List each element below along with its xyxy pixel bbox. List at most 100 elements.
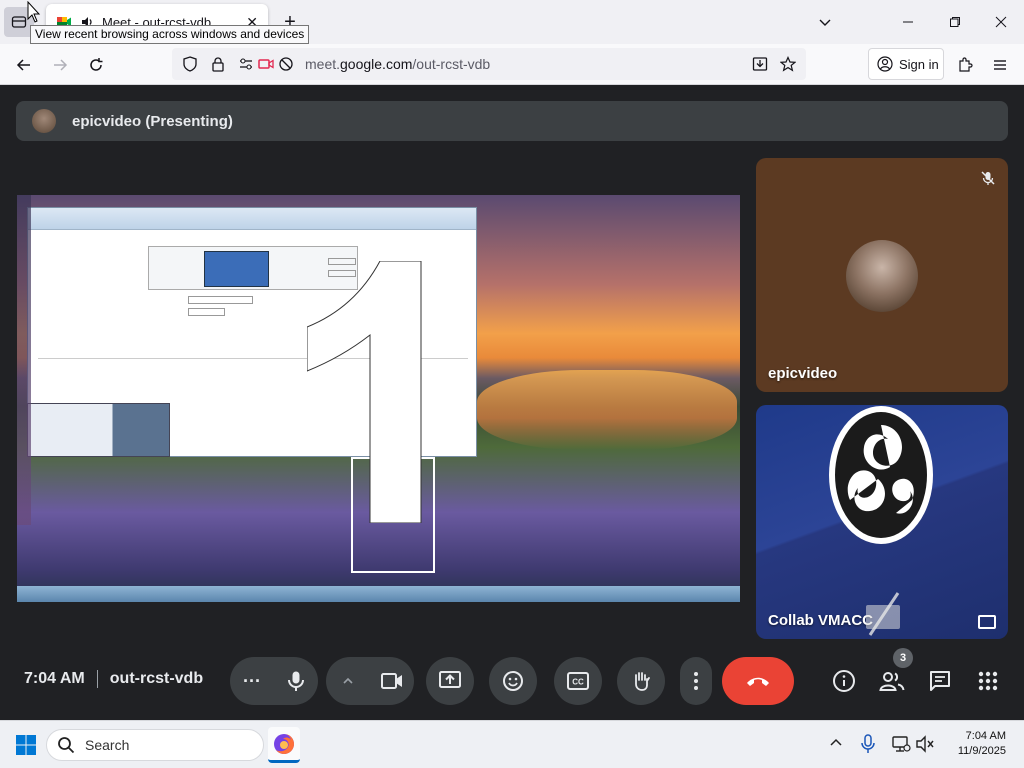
restore-icon [950, 17, 960, 27]
participant-avatar-epicvideo [846, 240, 918, 312]
present-screen-icon [439, 671, 461, 688]
emoji-icon [503, 671, 523, 691]
pin-tile-button[interactable] [978, 615, 996, 629]
more-options-button[interactable] [680, 657, 712, 705]
participant-tile-epicvideo[interactable]: epicvideo [756, 158, 1008, 392]
back-button[interactable] [9, 50, 39, 80]
autoplay-blocked-icon[interactable] [278, 56, 294, 72]
account-icon [877, 56, 893, 72]
shared-dropdown-display [188, 296, 253, 304]
reload-icon [90, 58, 103, 71]
volume-muted-icon [916, 735, 934, 753]
participant-name: epicvideo [768, 365, 838, 382]
firefox-logo-icon [274, 733, 294, 754]
closed-captions-icon: CC [567, 672, 589, 690]
taskbar-search-box[interactable]: Search [46, 729, 264, 761]
chevron-up-icon [343, 677, 353, 684]
install-app-icon[interactable] [752, 56, 768, 72]
shared-win7-taskbar [17, 586, 740, 602]
close-icon [995, 16, 1007, 28]
url-bar[interactable]: meet.google.com/out-rcst-vdb [172, 48, 806, 80]
presenting-banner: epicvideo (Presenting) [16, 101, 1008, 141]
chevron-up-icon [830, 738, 842, 746]
minimize-button[interactable] [893, 7, 923, 37]
sign-in-button[interactable]: Sign in [868, 48, 944, 80]
meeting-time: 7:04 AM [24, 670, 85, 687]
taskbar-firefox[interactable] [268, 727, 300, 763]
captions-button[interactable]: CC [554, 657, 602, 705]
shared-window-titlebar [28, 208, 476, 230]
start-button[interactable] [14, 733, 38, 757]
people-button[interactable] [878, 667, 906, 695]
network-icon [892, 736, 911, 752]
raise-hand-button[interactable] [617, 657, 665, 705]
meeting-details: 7:04 AM out-rcst-vdb [24, 670, 203, 688]
microphone-in-use-indicator[interactable] [860, 734, 878, 754]
menu-button[interactable] [985, 50, 1015, 80]
shared-screen[interactable] [17, 195, 740, 602]
people-icon [879, 672, 905, 691]
url-subdomain: meet. [305, 56, 341, 72]
tooltip: View recent browsing across windows and … [30, 25, 310, 44]
mic-off-icon [981, 171, 995, 185]
sign-in-label: Sign in [899, 56, 939, 72]
minimize-icon [903, 21, 913, 23]
participant-tile-collab-vmacc[interactable]: Collab VMACC [756, 405, 1008, 639]
divider [96, 670, 98, 688]
hang-up-icon [747, 677, 769, 686]
tracking-protection-icon[interactable] [182, 56, 198, 72]
network-button[interactable] [891, 734, 911, 754]
clock-time: 7:04 AM [965, 730, 1006, 742]
extensions-button[interactable] [950, 50, 980, 80]
camera-control-group [326, 657, 414, 705]
camera-sharing-icon[interactable] [258, 56, 274, 72]
meeting-code: out-rcst-vdb [109, 670, 204, 687]
show-hidden-icons-button[interactable] [828, 735, 846, 753]
firefox-view-icon [11, 16, 27, 28]
url-path: /out-rcst-vdb [412, 56, 491, 72]
hamburger-menu-icon [994, 60, 1006, 70]
leave-call-button[interactable] [722, 657, 794, 705]
more-vertical-icon [694, 672, 698, 690]
search-icon [58, 737, 75, 754]
permissions-icon[interactable] [238, 56, 254, 72]
microphone-icon [861, 734, 875, 753]
meeting-details-button[interactable] [830, 667, 858, 695]
taskbar-clock[interactable]: 7:04 AM 11/9/2025 [958, 729, 1006, 759]
microphone-button[interactable] [274, 657, 318, 705]
arrow-left-icon [16, 59, 30, 71]
close-window-button[interactable] [986, 7, 1016, 37]
shared-start-menu [27, 403, 170, 457]
microphone-icon [288, 671, 304, 691]
reactions-button[interactable] [489, 657, 537, 705]
bookmark-star-icon[interactable] [780, 56, 796, 72]
clock-date: 11/9/2025 [957, 745, 1006, 757]
video-camera-icon [381, 673, 402, 689]
present-now-button[interactable] [426, 657, 474, 705]
participant-name: Collab VMACC [768, 612, 873, 629]
presenter-avatar [32, 109, 56, 133]
shared-monitor-thumbnail [204, 251, 269, 287]
obs-logo-icon [829, 406, 933, 544]
forward-button[interactable] [45, 50, 75, 80]
info-icon [833, 670, 855, 692]
presenter-label: epicvideo (Presenting) [72, 112, 233, 130]
hand-icon [635, 672, 650, 691]
reload-button[interactable] [81, 50, 111, 80]
arrow-right-icon [54, 59, 68, 71]
chat-button[interactable] [926, 667, 954, 695]
url-text: meet.google.com/out-rcst-vdb [305, 56, 490, 72]
volume-button[interactable] [915, 734, 935, 754]
camera-button[interactable] [370, 657, 414, 705]
audio-settings-button[interactable]: ··· [230, 657, 274, 705]
more-horizontal-icon: ··· [243, 670, 261, 691]
maximize-button[interactable] [940, 7, 970, 37]
lock-icon[interactable] [210, 56, 226, 72]
chevron-down-icon [819, 19, 831, 26]
meet-content: epicvideo (Presenting) epicvideo Collab … [0, 85, 1024, 720]
list-all-tabs-button[interactable] [810, 7, 840, 37]
browser-tab-strip: Meet - out-rcst-vdb ✕ View recent browsi… [0, 0, 1024, 44]
activities-button[interactable] [974, 667, 1002, 695]
shared-digit-one-shape [307, 261, 422, 523]
video-settings-button[interactable] [326, 657, 370, 705]
